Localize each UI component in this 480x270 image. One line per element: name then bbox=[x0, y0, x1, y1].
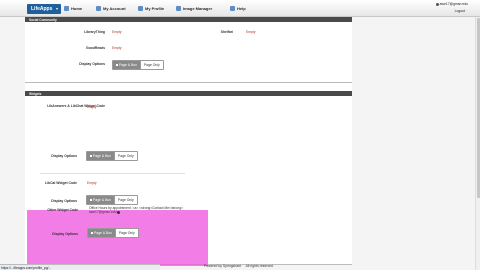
profile-icon bbox=[138, 6, 143, 11]
page-box-button[interactable]: Page & Box bbox=[113, 61, 140, 69]
page-scrollbar[interactable] bbox=[475, 17, 480, 270]
nav-image-manager[interactable]: Image Manager bbox=[176, 5, 212, 12]
checkbox-icon bbox=[116, 64, 118, 66]
user-menu[interactable]: awe17@gmsn.edu Logout bbox=[424, 1, 468, 16]
page-box-label: Page & Box bbox=[119, 63, 137, 67]
display-options-label: Display Options bbox=[51, 199, 77, 203]
page-only-button[interactable]: Page Only bbox=[139, 61, 163, 69]
library-thing-label: LibraryThing bbox=[84, 30, 105, 34]
other-widget-text: Office Hours by appointment. <a> <strong… bbox=[89, 206, 183, 215]
page-only-label: Page Only bbox=[143, 63, 160, 67]
page-box-label: Page & Box bbox=[94, 231, 112, 235]
nav-my-account-label: My Account bbox=[103, 6, 126, 11]
libanswers-value: Empty bbox=[87, 105, 97, 109]
display-options-toggle: Page & Box Page Only bbox=[87, 228, 139, 238]
rights: All rights reserved. bbox=[245, 264, 274, 268]
browser-status-bar: https://...lifeapps.com/profile_pg/... bbox=[0, 264, 160, 270]
top-navbar: LifeApps Home My Account My Profile Imag… bbox=[0, 0, 480, 17]
panel-title: Social Community bbox=[25, 17, 352, 22]
selection-highlight bbox=[27, 210, 208, 266]
image-icon bbox=[176, 6, 181, 11]
shelfari-value: Empty bbox=[246, 30, 256, 34]
goodreads-value: Empty bbox=[112, 46, 122, 50]
user-email: awe17@gmsn.edu bbox=[439, 2, 468, 6]
brand-button[interactable]: LifeApps bbox=[27, 4, 61, 14]
footer: Powered by Springshare. All rights reser… bbox=[204, 264, 274, 268]
page-only-button[interactable]: Page Only bbox=[113, 196, 137, 204]
other-widget-value: Office Hours by appointment. <a> <strong… bbox=[89, 206, 189, 215]
page-box-button[interactable]: Page & Box bbox=[87, 152, 114, 160]
nav-home[interactable]: Home bbox=[64, 5, 82, 12]
powered-by: Powered by Springshare. bbox=[204, 264, 243, 268]
user-icon bbox=[435, 2, 439, 6]
social-community-panel: Social Community LibraryThing Empty Shel… bbox=[25, 17, 352, 83]
page-box-label: Page & Box bbox=[93, 198, 111, 202]
home-icon bbox=[64, 6, 69, 11]
page-only-label: Page Only bbox=[118, 231, 135, 235]
other-widget-label: Other Widget Code bbox=[47, 208, 78, 212]
page-box-button[interactable]: Page & Box bbox=[88, 229, 115, 237]
status-url: https://...lifeapps.com/profile_pg/... bbox=[1, 266, 52, 270]
page-box-label: Page & Box bbox=[93, 154, 111, 158]
checkbox-icon bbox=[90, 155, 92, 157]
libcal-label: LibCal Widget Code bbox=[45, 181, 77, 185]
display-options-toggle: Page & Box Page Only bbox=[112, 60, 164, 70]
help-icon bbox=[230, 6, 235, 11]
brand-label: LifeApps bbox=[31, 6, 53, 12]
page-only-button[interactable]: Page Only bbox=[113, 152, 137, 160]
page-only-label: Page Only bbox=[117, 198, 134, 202]
nav-my-account[interactable]: My Account bbox=[96, 5, 126, 12]
logout-link[interactable]: Logout bbox=[455, 9, 465, 13]
page-only-label: Page Only bbox=[117, 154, 134, 158]
chevron-down-icon bbox=[56, 8, 58, 10]
display-options-label: Display Options bbox=[51, 154, 77, 158]
page-box-button[interactable]: Page & Box bbox=[87, 196, 114, 204]
nav-my-profile-label: My Profile bbox=[145, 6, 165, 11]
info-icon bbox=[117, 210, 121, 214]
checkbox-icon bbox=[90, 199, 92, 201]
shelfari-label: Shelfari bbox=[220, 30, 233, 34]
user-email-row: awe17@gmsn.edu bbox=[435, 2, 468, 6]
display-options-toggle: Page & Box Page Only bbox=[86, 195, 138, 205]
panel-title: Widgets bbox=[25, 91, 352, 96]
display-options-label: Display Options bbox=[79, 62, 105, 66]
nav-help-label: Help bbox=[237, 6, 246, 11]
libcal-value: Empty bbox=[87, 181, 97, 185]
page-only-button[interactable]: Page Only bbox=[114, 229, 138, 237]
nav-help[interactable]: Help bbox=[230, 5, 246, 12]
nav-image-manager-label: Image Manager bbox=[183, 6, 213, 11]
checkbox-icon bbox=[91, 232, 93, 234]
display-options-toggle: Page & Box Page Only bbox=[86, 151, 138, 161]
divider bbox=[40, 173, 185, 174]
display-options-label: Display Options bbox=[52, 232, 78, 236]
nav-my-profile[interactable]: My Profile bbox=[138, 5, 164, 12]
nav-home-label: Home bbox=[71, 6, 83, 11]
goodreads-label: GoodReads bbox=[85, 46, 105, 50]
account-icon bbox=[96, 6, 101, 11]
library-thing-value: Empty bbox=[112, 30, 122, 34]
